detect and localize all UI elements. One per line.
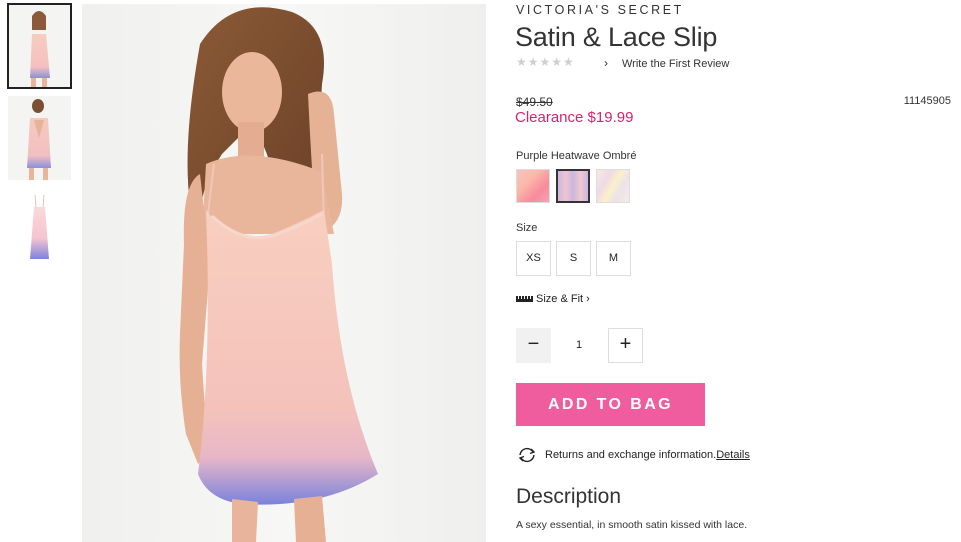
size-button-xs[interactable]: XS bbox=[516, 241, 551, 276]
returns-info: Returns and exchange information.Details bbox=[545, 449, 750, 461]
size-label: Size bbox=[516, 222, 538, 234]
main-product-image[interactable] bbox=[82, 4, 486, 542]
size-and-fit-label: Size & Fit bbox=[536, 293, 584, 305]
size-button-s[interactable]: S bbox=[556, 241, 591, 276]
original-price: $49.50 bbox=[516, 95, 553, 109]
slip-flat-thumbnail-image bbox=[8, 189, 71, 273]
model-back-thumbnail-image bbox=[8, 96, 71, 180]
quantity-decrease-button[interactable]: − bbox=[516, 328, 551, 363]
thumbnail-flat-lay-view[interactable] bbox=[8, 189, 71, 273]
model-thumbnail-image bbox=[8, 4, 71, 88]
product-sku: 11145905 bbox=[903, 95, 951, 107]
color-swatch-pink-ombre[interactable] bbox=[516, 169, 550, 203]
size-and-fit-link[interactable]: Size & Fit › bbox=[536, 293, 590, 305]
brand-name: VICTORIA'S SECRET bbox=[516, 3, 684, 17]
quantity-increase-button[interactable]: + bbox=[608, 328, 643, 363]
add-to-bag-button[interactable]: ADD TO BAG bbox=[516, 383, 705, 426]
color-swatch-purple-heatwave-ombre[interactable] bbox=[556, 169, 590, 203]
color-swatch-pastel-tie-dye[interactable] bbox=[596, 169, 630, 203]
model-wearing-slip-image bbox=[179, 7, 378, 542]
thumbnail-back-view[interactable] bbox=[8, 96, 71, 180]
description-text: A sexy essential, in smooth satin kissed… bbox=[516, 519, 748, 531]
returns-exchange-icon bbox=[518, 447, 536, 463]
ruler-icon bbox=[516, 296, 533, 302]
chevron-right-icon: › bbox=[604, 56, 608, 70]
write-first-review-link[interactable]: Write the First Review bbox=[622, 58, 729, 70]
product-title: Satin & Lace Slip bbox=[515, 22, 718, 52]
returns-info-text: Returns and exchange information. bbox=[545, 449, 717, 461]
clearance-price: Clearance $19.99 bbox=[515, 109, 634, 126]
thumbnail-front-view[interactable] bbox=[7, 3, 72, 89]
rating-stars[interactable]: ★★★★★ bbox=[516, 55, 575, 69]
description-heading: Description bbox=[516, 485, 622, 508]
quantity-value[interactable]: 1 bbox=[556, 328, 602, 363]
returns-details-link[interactable]: Details bbox=[716, 449, 750, 461]
chevron-right-icon: › bbox=[586, 293, 590, 305]
selected-color-name: Purple Heatwave Ombré bbox=[516, 150, 637, 162]
size-button-m[interactable]: M bbox=[596, 241, 631, 276]
